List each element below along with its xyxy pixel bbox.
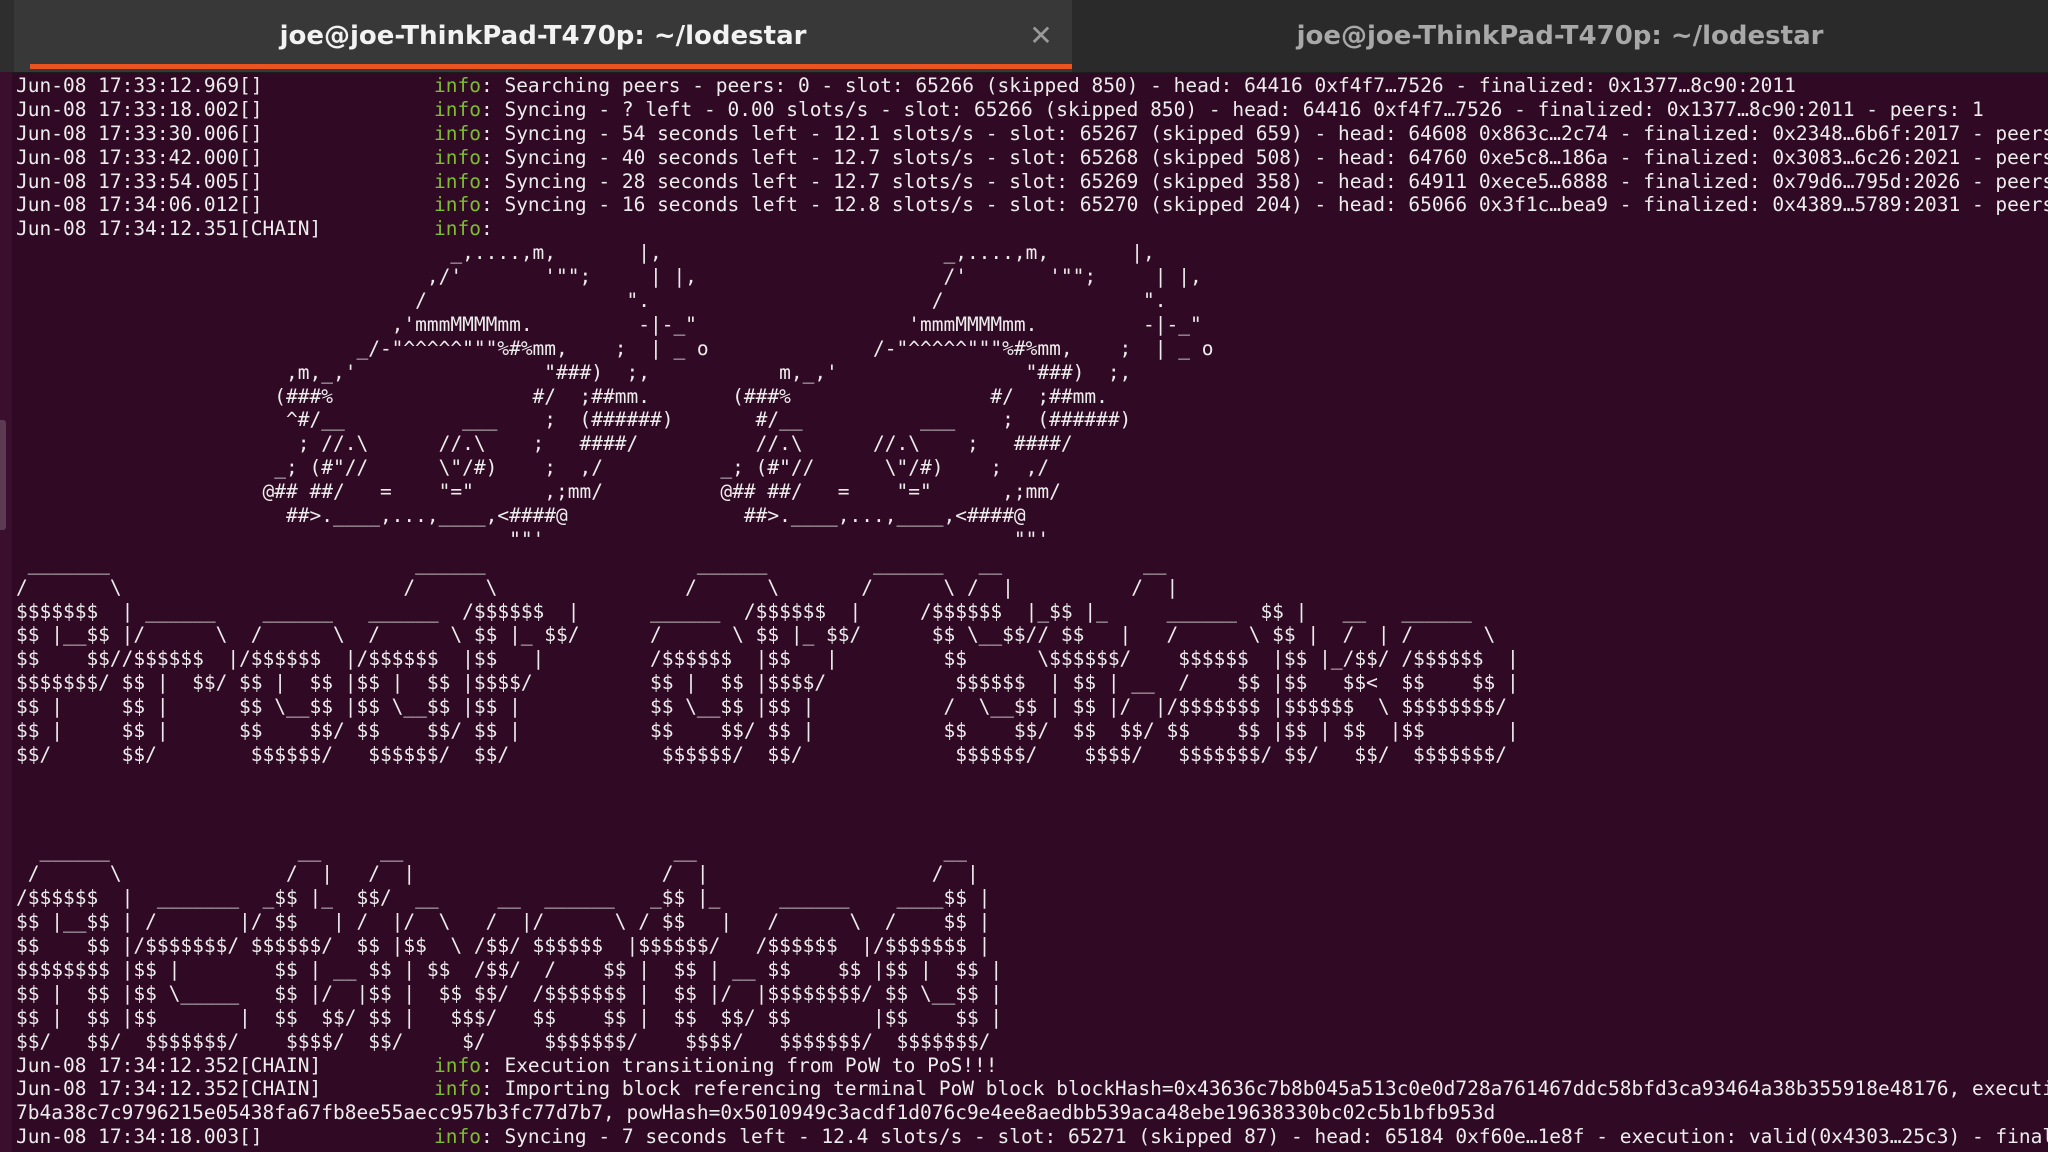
ascii-art-line: $$$$$$$ | ______ ______ ______ /$$$$$$ |… [16,599,1472,623]
window-left-edge [0,72,12,1152]
ascii-art-line: $$ | $$ | $$ \__$$ |$$ \__$$ |$$ | $$ \_… [16,695,1507,719]
log-message: : Syncing - 28 seconds left - 12.7 slots… [480,169,2048,193]
log-level: info [434,74,481,97]
log-line: Jun-08 17:34:12.351[CHAIN] info: [16,217,2048,241]
ascii-art-line: / \ / \ / \ / \ / | / | [16,575,1179,599]
log-message: : Syncing - 40 seconds left - 12.7 slots… [480,145,2048,169]
log-line: Jun-08 17:33:12.969[] info: Searching pee… [16,74,2048,98]
log-level: info [434,169,481,193]
log-message: : Importing block referencing terminal P… [480,1077,2048,1101]
log-timestamp: Jun-08 17:34:18.003[] [16,1125,263,1149]
ascii-art-line: / ". / ". [16,289,1167,313]
ascii-art-line: /$$$$$$ | _______ _$$ |_ $$/ __ __ _____… [16,886,991,910]
terminal-output[interactable]: Jun-08 17:33:12.969[] info: Searching pee… [16,74,2048,1152]
ascii-art-line: ,m,_,' "###) ;, m,_,' "###) ;, [16,360,1132,384]
ascii-art-line: $$ |__$$ | / |/ $$ | / |/ \ / |/ \ / $$ … [16,910,991,934]
ascii-art-line: (###% #/ ;##mm. (###% #/ ;##mm. [16,384,1108,408]
log-level: info [434,217,481,241]
ascii-art-line: $$ |__$$ |/ \ / \ / \ $$ |_ $$/ / \ $$ |… [16,623,1496,647]
log-line: Jun-08 17:34:06.012[] info: Syncing - 16 … [16,193,2048,217]
dock-indicator [0,420,6,530]
log-message: : Searching peers - peers: 0 - slot: 652… [480,74,1796,97]
ascii-art-line: ""' ""' [16,527,1050,551]
tab-bar: joe@joe-ThinkPad-T470p: ~/lodestar ✕ joe… [0,0,2048,73]
ascii-art-line: $$$$$$$/ $$ | $$/ $$ | $$ |$$ | $$ |$$$$… [16,671,1519,695]
ascii-art-line: _/-"^^^^^"""%#%mm, ; | _ o /-"^^^^^"""%#… [16,336,1214,360]
log-timestamp: Jun-08 17:34:06.012[] [16,193,263,217]
log-timestamp: Jun-08 17:33:42.000[] [16,145,263,169]
log-line: Jun-08 17:33:30.006[] info: Syncing - 54 … [16,122,2048,146]
log-line: Jun-08 17:33:54.005[] info: Syncing - 28 … [16,170,2048,194]
ascii-art-line: ,/' '""; | |, /' '""; | |, [16,265,1202,289]
tab-terminal-active[interactable]: joe@joe-ThinkPad-T470p: ~/lodestar [14,0,1072,72]
ascii-art-line: $$$$$$$$ |$$ | $$ | __ $$ | $$ /$$/ / $$… [16,957,1003,981]
log-level: info [434,1077,481,1101]
log-level: info [434,1053,481,1077]
log-line: Jun-08 17:33:42.000[] info: Syncing - 40 … [16,146,2048,170]
log-level: info [434,145,481,169]
ascii-art-line: $$ | $$ |$$ \_____ $$ |/ |$$ | $$ $$/ /$… [16,981,1003,1005]
log-line: Jun-08 17:33:18.002[] info: Syncing - ? l… [16,98,2048,122]
tab-terminal-inactive[interactable]: joe@joe-ThinkPad-T470p: ~/lodestar [1072,0,2048,72]
ascii-art-line: ##>.____,...,____,<####@ ##>.____,...,__… [16,504,1026,528]
ascii-art-line: $$ $$//$$$$$$ |/$$$$$$ |/$$$$$$ |$$ | /$… [16,647,1519,671]
log-timestamp: Jun-08 17:34:12.352[CHAIN] [16,1053,322,1077]
log-timestamp: Jun-08 17:34:12.351[CHAIN] [16,217,322,241]
log-level: info [434,193,481,217]
log-timestamp: Jun-08 17:33:54.005[] [16,169,263,193]
ascii-art-line: $$/ $$/ $$$$$$/ $$$$$$/ $$/ $$$$$$/ $$/ … [16,742,1507,766]
tab-title: joe@joe-ThinkPad-T470p: ~/lodestar [279,21,807,51]
ascii-art-line: 7b4a38c7c9796215e05438fa67fb8ee55aecc957… [16,1101,1496,1125]
ascii-art-line: ______ __ __ __ __ [16,838,967,862]
ascii-art-line: $$ $$ |/$$$$$$$/ $$$$$$/ $$ |$$ \ /$$/ $… [16,934,991,958]
ascii-art-line: _,....,m, |, _,....,m, |, [16,241,1155,265]
ascii-art-line [16,791,2048,815]
log-message: : Syncing - 54 seconds left - 12.1 slots… [480,121,2048,145]
log-line: Jun-08 17:34:18.003[] info: Syncing - 7 s… [16,1125,2048,1149]
ascii-art-line: _; (#"// \"/#) ; ,/ _; (#"// \"/#) ; ,/ [16,456,1050,480]
close-icon[interactable]: ✕ [1022,16,1060,54]
active-tab-indicator [30,64,1072,69]
log-timestamp: Jun-08 17:33:18.002[] [16,97,263,121]
log-timestamp: Jun-08 17:34:12.352[CHAIN] [16,1077,322,1101]
ascii-art-line: $$ | $$ | $$ $$/ $$ $$/ $$ | $$ $$/ $$ |… [16,719,1519,743]
ascii-art-line [16,815,2048,839]
log-timestamp: Jun-08 17:33:12.969[] [16,74,263,97]
ascii-art-line: $$/ $$/ $$$$$$$/ $$$$/ $$/ $/ $$$$$$$/ $… [16,1029,991,1053]
ascii-art-line: $$ | $$ |$$ | $$ $$/ $$ | $$$/ $$ $$ | $… [16,1005,1003,1029]
tab-title: joe@joe-ThinkPad-T470p: ~/lodestar [1296,21,1824,51]
log-level: info [434,97,481,121]
log-line: Jun-08 17:34:12.352[CHAIN] info: Executio… [16,1054,2048,1078]
log-timestamp: Jun-08 17:33:30.006[] [16,121,263,145]
ascii-art-line: @## ##/ = "=" ,;mm/ @## ##/ = "=" ,;mm/ [16,480,1061,504]
log-message: : Syncing - 16 seconds left - 12.8 slots… [480,193,2048,217]
ascii-art-line: / \ / | / | / | / | [16,862,979,886]
log-level: info [434,1125,481,1149]
log-line: Jun-08 17:34:12.352[CHAIN] info: Importin… [16,1077,2048,1101]
log-message: : [480,217,493,241]
ascii-art-line: ,'mmmMMMMmm. -|-_" 'mmmMMMMmm. -|-_" [16,312,1202,336]
ascii-art-line: ; //.\ //.\ ; ####/ //.\ //.\ ; ####/ [16,432,1073,456]
ascii-art-line: ^#/__ ___ ; (######) #/__ ___ ; (######) [16,408,1132,432]
log-message: : Syncing - 7 seconds left - 12.4 slots/… [480,1125,2048,1149]
ascii-art-line [16,767,2048,791]
log-level: info [434,121,481,145]
log-message: : Execution transitioning from PoW to Po… [480,1053,998,1077]
ascii-art-line: _______ ______ ______ ______ __ __ [16,551,1167,575]
log-message: : Syncing - ? left - 0.00 slots/s - slot… [480,97,1984,121]
